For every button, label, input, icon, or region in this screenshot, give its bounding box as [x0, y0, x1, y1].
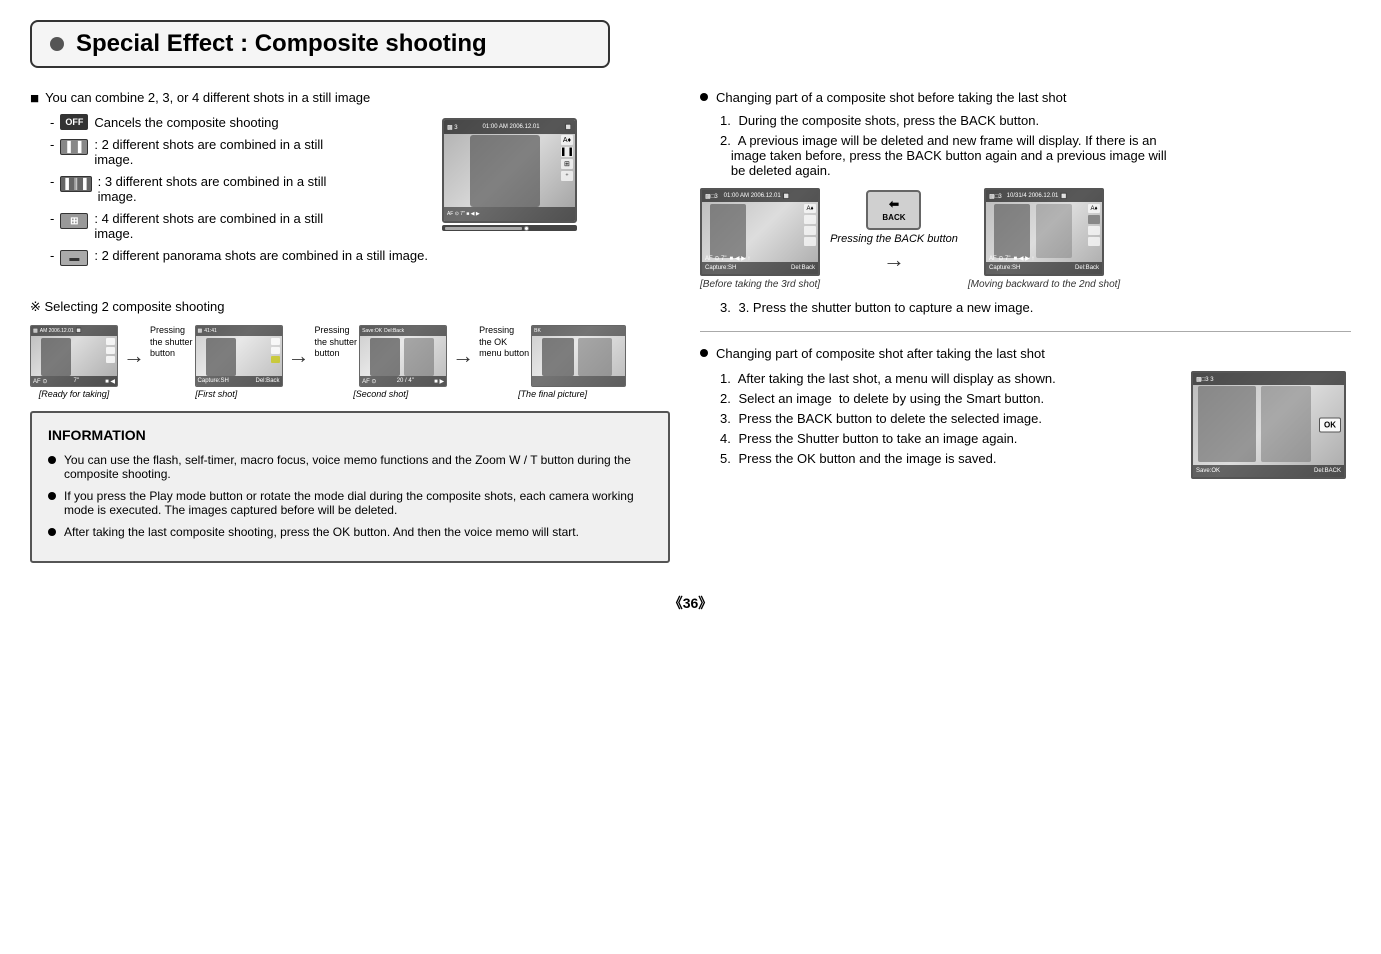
right-column: Changing part of a composite shot before… [700, 90, 1351, 563]
2shot-icon: ▌▐ [60, 139, 88, 155]
pressing-shutter-1-text: Pressingthe shutterbutton [150, 325, 193, 360]
item-2shot-text: : 2 different shots are combined in a st… [94, 137, 323, 167]
step-final-label: [The final picture] [518, 389, 587, 399]
step-second-screen: Save:OK Del:Back AF ⊙ 20 / 4" ■ ▶ [359, 325, 447, 387]
info-text-3: After taking the last composite shooting… [64, 525, 579, 539]
square-bullet-icon: ■ [30, 90, 39, 108]
step-second: Pressingthe shutterbutton Save:OK Del:Ba… [315, 325, 448, 399]
pressing-ok-text: Pressingthe OKmenu button [479, 325, 529, 360]
after-cam-item: ▩□3 10/31/4 2006.12.01 🔲 A♦ [968, 188, 1120, 290]
main-bullet: ■ You can combine 2, 3, or 4 different s… [30, 90, 670, 108]
cam-compare-row: ▩□3 01:00 AM 2006.12.01 🔲 A♦ Capt [700, 188, 1351, 290]
before-cam-screen: ▩□3 01:00 AM 2006.12.01 🔲 A♦ Capt [700, 188, 820, 276]
section1-step3-text: 3. Press the shutter button to capture a… [738, 300, 1033, 315]
step-second-label: [Second shot] [353, 389, 408, 399]
item-4shot: - ⊞ : 4 different shots are combined in … [50, 211, 428, 241]
left-column: ■ You can combine 2, 3, or 4 different s… [30, 90, 670, 563]
info-title: INFORMATION [48, 427, 652, 443]
section1-step2: 2. A previous image will be deleted and … [720, 133, 1351, 178]
step-ready-label: [Ready for taking] [39, 389, 110, 399]
selecting-label: ※ Selecting 2 composite shooting [30, 299, 670, 315]
camera-display-image: ▩ 3 01:00 AM 2006.12.01 🔲 A♦ ▌▐ ⊞ ⁺ [442, 118, 577, 231]
step-arrow-2: → [288, 343, 310, 369]
ok-badge: OK [1319, 418, 1341, 433]
page-number: 《36》 [30, 593, 1351, 613]
section-change-after-last: Changing part of composite shot after ta… [700, 346, 1351, 479]
info-bullet-1: You can use the flash, self-timer, macro… [48, 453, 652, 481]
s2-step4: 4. Press the Shutter button to take an i… [720, 431, 1175, 446]
section2-header: Changing part of composite shot after ta… [716, 346, 1045, 361]
pan-icon: ▬ [60, 250, 88, 266]
item-3shot: - ▌║▐ : 3 different shots are combined i… [50, 174, 428, 204]
step-arrow-1: → [123, 343, 145, 369]
title-dot [50, 37, 64, 51]
section-change-before-last: Changing part of a composite shot before… [700, 90, 1351, 315]
3shot-icon: ▌║▐ [60, 176, 91, 192]
step-first-screen: ▩ 41:41 Capture:SH Del:Back [195, 325, 283, 387]
page-title: Special Effect : Composite shooting [76, 30, 487, 58]
info-text-2: If you press the Play mode button or rot… [64, 489, 652, 517]
final-steps-list: 1. After taking the last shot, a menu wi… [700, 371, 1175, 471]
page-title-bar: Special Effect : Composite shooting [30, 20, 610, 68]
item-3shot-text: : 3 different shots are combined in a st… [98, 174, 327, 204]
item-off-text: Cancels the composite shooting [94, 115, 278, 130]
before-cam-label: [Before taking the 3rd shot] [700, 279, 820, 290]
info-bullet-2: If you press the Play mode button or rot… [48, 489, 652, 517]
composite-steps-row: ▩ AM 2006.12.01 🔲 AF ⊙ 7" ■ ◀ [30, 325, 670, 399]
item-off: - OFF Cancels the composite shooting [50, 114, 428, 130]
s2-step5: 5. Press the OK button and the image is … [720, 451, 1175, 466]
icon-item-list: - OFF Cancels the composite shooting - ▌… [50, 114, 428, 273]
pressing-back-label: Pressing the BACK button [830, 233, 958, 245]
step-final: Pressingthe OKmenu button BK [The final … [479, 325, 626, 399]
step-ready-screen: ▩ AM 2006.12.01 🔲 AF ⊙ 7" ■ ◀ [30, 325, 118, 387]
4shot-icon: ⊞ [60, 213, 88, 229]
pressing-shutter-2-text: Pressingthe shutterbutton [315, 325, 358, 360]
after-cam-label: [Moving backward to the 2nd shot] [968, 279, 1120, 290]
step-first: Pressingthe shutterbutton ▩ 41:41 [150, 325, 283, 399]
section1-step1: 1. During the composite shots, press the… [720, 113, 1351, 128]
item-4shot-text: : 4 different shots are combined in a st… [94, 211, 323, 241]
camera-screen-display: ▩ 3 01:00 AM 2006.12.01 🔲 A♦ ▌▐ ⊞ ⁺ [442, 118, 577, 223]
step-first-label: [First shot] [195, 389, 237, 399]
info-bullet-3: After taking the last composite shooting… [48, 525, 652, 539]
off-icon: OFF [60, 114, 88, 130]
section1-header: Changing part of a composite shot before… [716, 90, 1067, 105]
back-arrow-icon: → [883, 247, 905, 273]
s2-step2: 2. Select an image to delete by using th… [720, 391, 1175, 406]
step-ready: ▩ AM 2006.12.01 🔲 AF ⊙ 7" ■ ◀ [30, 325, 118, 399]
final-section: 1. After taking the last shot, a menu wi… [700, 371, 1351, 479]
step-final-screen: BK [531, 325, 626, 387]
final-composite-screen: ▩□3 3 OK Save:OK Del:BACK [1191, 371, 1351, 479]
final-cam-display: ▩□3 3 OK Save:OK Del:BACK [1191, 371, 1346, 479]
information-box: INFORMATION You can use the flash, self-… [30, 411, 670, 563]
s2-step3: 3. Press the BACK button to delete the s… [720, 411, 1175, 426]
main-layout: ■ You can combine 2, 3, or 4 different s… [30, 90, 1351, 563]
item-2shot: - ▌▐ : 2 different shots are combined in… [50, 137, 428, 167]
main-bullet-text: You can combine 2, 3, or 4 different sho… [45, 90, 370, 105]
before-cam-item: ▩□3 01:00 AM 2006.12.01 🔲 A♦ Capt [700, 188, 820, 290]
s2-step1: 1. After taking the last shot, a menu wi… [720, 371, 1175, 386]
section1-steps: 1. During the composite shots, press the… [720, 113, 1351, 178]
item-pan-text: : 2 different panorama shots are combine… [94, 248, 428, 263]
step-arrow-3: → [452, 343, 474, 369]
after-cam-screen: ▩□3 10/31/4 2006.12.01 🔲 A♦ [984, 188, 1104, 276]
back-button-visual: ⬅ BACK [866, 190, 921, 230]
info-text-1: You can use the flash, self-timer, macro… [64, 453, 652, 481]
section1-step3: 3. 3. Press the shutter button to captur… [720, 300, 1351, 315]
item-pan: - ▬ : 2 different panorama shots are com… [50, 248, 428, 266]
